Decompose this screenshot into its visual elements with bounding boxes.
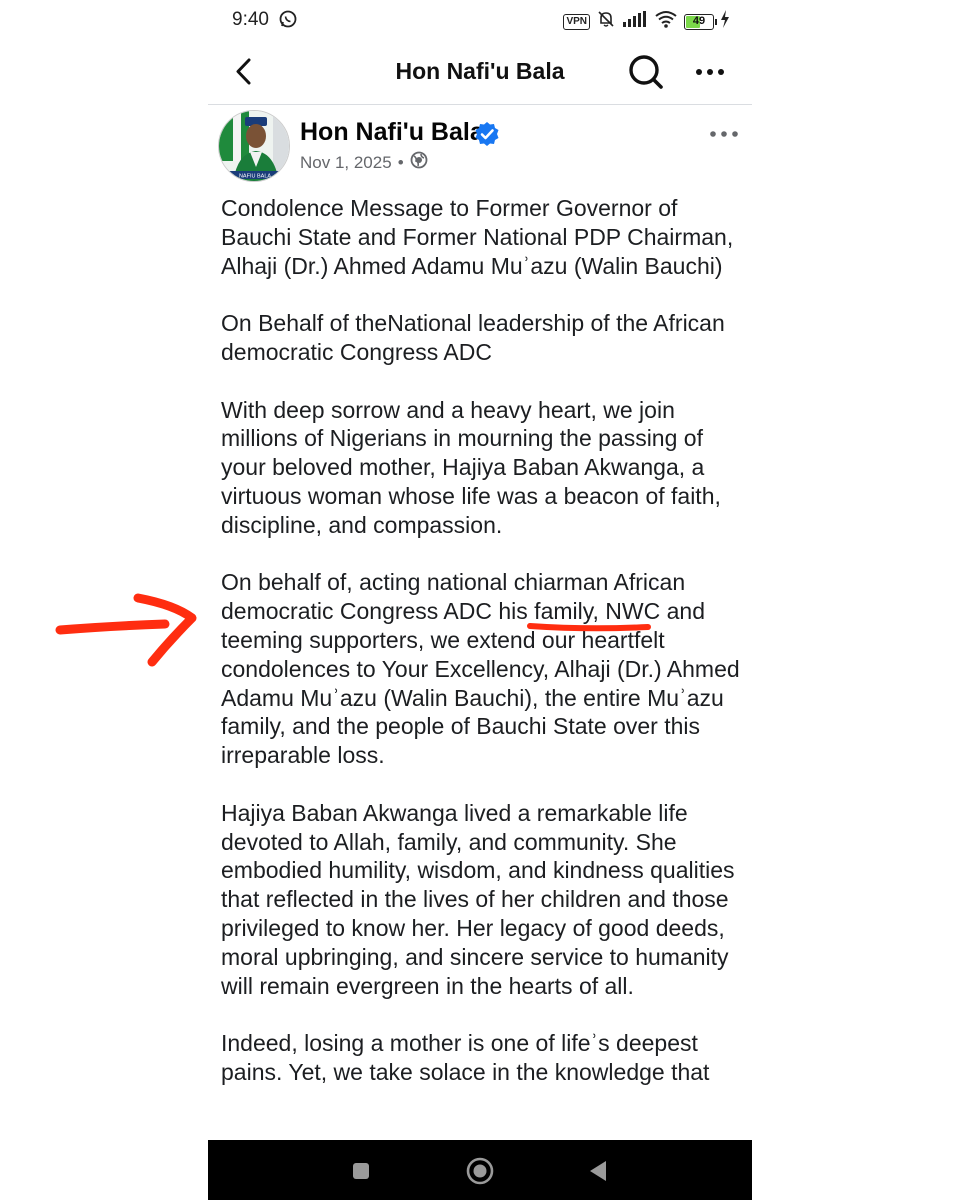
verified-badge-icon bbox=[474, 121, 500, 152]
whatsapp-icon bbox=[278, 9, 298, 34]
app-header: Hon Nafi'u Bala bbox=[208, 42, 752, 105]
recent-apps-button[interactable] bbox=[346, 1156, 376, 1186]
phone-screen: 9:40 VPN 49 Hon Nafi'u Bala NAFIU BALA H… bbox=[208, 0, 752, 1200]
post-header: NAFIU BALA Hon Nafi'u Bala Nov 1, 2025 • bbox=[208, 106, 752, 186]
post-paragraph: On Behalf of theNational leadership of t… bbox=[221, 310, 725, 365]
circle-icon bbox=[466, 1157, 494, 1185]
more-horizontal-icon bbox=[696, 69, 724, 75]
vpn-icon: VPN bbox=[563, 13, 590, 30]
charging-icon bbox=[720, 10, 730, 33]
mute-icon bbox=[596, 9, 616, 34]
header-title: Hon Nafi'u Bala bbox=[395, 58, 565, 84]
battery-icon: 49 bbox=[684, 13, 717, 30]
globe-icon bbox=[410, 151, 428, 174]
status-icons: VPN 49 bbox=[563, 9, 730, 34]
wifi-icon bbox=[654, 10, 678, 33]
search-icon bbox=[629, 55, 663, 89]
back-nav-button[interactable] bbox=[584, 1156, 614, 1186]
search-button[interactable] bbox=[626, 52, 666, 92]
post-date[interactable]: Nov 1, 2025 bbox=[300, 153, 392, 173]
triangle-back-icon bbox=[590, 1161, 606, 1181]
home-button[interactable] bbox=[465, 1156, 495, 1186]
status-bar: 9:40 VPN 49 bbox=[208, 0, 752, 42]
battery-level: 49 bbox=[692, 14, 706, 27]
post-paragraph: Indeed, losing a mother is one of lifeʾs… bbox=[221, 1030, 710, 1085]
author-name[interactable]: Hon Nafi'u Bala bbox=[300, 118, 484, 147]
system-nav-bar bbox=[208, 1140, 752, 1200]
meta-separator: • bbox=[397, 152, 404, 172]
post-body: Condolence Message to Former Governor of… bbox=[221, 194, 746, 1116]
square-icon bbox=[353, 1163, 369, 1179]
post-paragraph: Condolence Message to Former Governor of… bbox=[221, 195, 734, 279]
post-paragraph: With deep sorrow and a heavy heart, we j… bbox=[221, 396, 721, 538]
header-more-button[interactable] bbox=[692, 54, 728, 90]
status-time: 9:40 bbox=[232, 9, 269, 30]
signal-icon bbox=[622, 11, 648, 32]
more-horizontal-icon bbox=[710, 131, 738, 137]
post-paragraph: On behalf of, acting national chiarman A… bbox=[221, 569, 740, 769]
avatar-caption: NAFIU BALA bbox=[239, 174, 271, 180]
avatar[interactable]: NAFIU BALA bbox=[218, 110, 290, 182]
post-paragraph: Hajiya Baban Akwanga lived a remarkable … bbox=[221, 799, 735, 999]
post-more-button[interactable] bbox=[708, 122, 740, 146]
post-meta: Nov 1, 2025 • bbox=[300, 151, 428, 174]
